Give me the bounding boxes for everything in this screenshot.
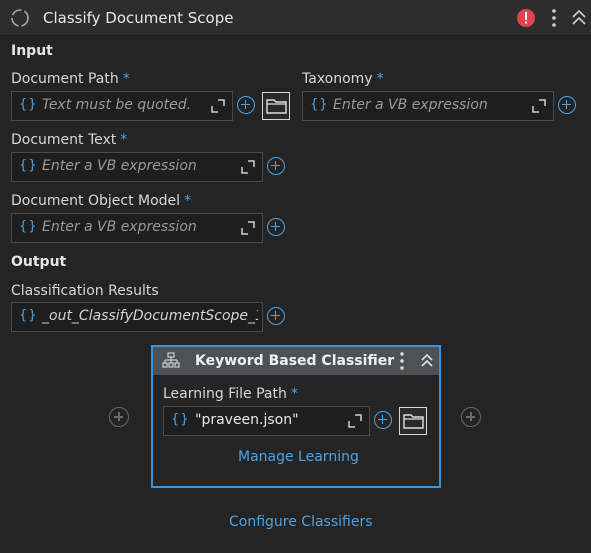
plus-circle-icon — [558, 96, 576, 114]
collapse-icon[interactable] — [571, 9, 587, 27]
expression-brace-icon: {} — [19, 97, 38, 112]
plus-circle-icon — [267, 307, 285, 325]
classification-results-add-button[interactable] — [263, 302, 291, 332]
collapse-icon[interactable] — [420, 352, 434, 370]
expand-editor-icon[interactable] — [241, 221, 255, 235]
classification-results-value: _out_ClassifyDocumentScope_1__( — [42, 308, 258, 324]
input-section-title: Input — [11, 43, 53, 59]
taxonomy-label: Taxonomy * — [302, 71, 384, 87]
document-path-label-text: Document Path — [11, 71, 119, 87]
manage-learning-link[interactable]: Manage Learning — [238, 449, 359, 465]
expand-editor-icon[interactable] — [241, 160, 255, 174]
folder-icon — [266, 99, 287, 114]
learning-file-path-field[interactable]: {} "praveen.json" — [163, 406, 370, 436]
document-text-placeholder: Enter a VB expression — [42, 158, 197, 174]
required-marker: * — [120, 132, 128, 148]
document-object-model-field[interactable]: {} Enter a VB expression — [11, 213, 263, 243]
configure-classifiers-link[interactable]: Configure Classifiers — [229, 514, 373, 530]
keyword-classifier-card[interactable]: Keyword Based Classifier Learning File P… — [151, 345, 441, 488]
required-marker: * — [184, 193, 192, 209]
plus-circle-icon — [267, 218, 285, 236]
more-options-icon[interactable] — [397, 351, 407, 371]
document-text-label-text: Document Text — [11, 132, 117, 148]
required-marker: * — [122, 71, 130, 87]
classifier-card-title: Keyword Based Classifier — [195, 353, 395, 369]
output-section-title: Output — [11, 254, 67, 270]
add-classifier-right-icon[interactable] — [461, 407, 481, 427]
learning-file-path-add-button[interactable] — [370, 406, 398, 436]
document-text-label: Document Text * — [11, 132, 127, 148]
expression-brace-icon: {} — [310, 97, 329, 112]
taxonomy-placeholder: Enter a VB expression — [333, 97, 488, 113]
expression-brace-icon: {} — [19, 308, 38, 323]
taxonomy-label-text: Taxonomy — [302, 71, 373, 87]
document-object-model-label: Document Object Model * — [11, 193, 191, 209]
error-icon[interactable] — [516, 8, 536, 28]
plus-circle-icon — [374, 411, 392, 429]
taxonomy-field[interactable]: {} Enter a VB expression — [302, 91, 554, 121]
expression-brace-icon: {} — [19, 158, 38, 173]
expression-brace-icon: {} — [171, 412, 190, 427]
classifier-card-header: Keyword Based Classifier — [153, 347, 439, 375]
more-options-icon[interactable] — [548, 8, 560, 28]
expand-editor-icon[interactable] — [211, 99, 225, 113]
required-marker: * — [290, 386, 298, 402]
required-marker: * — [376, 71, 384, 87]
document-text-add-button[interactable] — [263, 152, 291, 182]
expression-brace-icon: {} — [19, 219, 38, 234]
plus-circle-icon — [237, 96, 255, 114]
plus-circle-icon — [267, 157, 285, 175]
document-path-placeholder: Text must be quoted. — [42, 97, 192, 113]
expand-editor-icon[interactable] — [348, 414, 362, 428]
learning-file-path-label-text: Learning File Path — [163, 386, 287, 402]
document-path-field[interactable]: {} Text must be quoted. — [11, 91, 233, 121]
document-object-model-label-text: Document Object Model — [11, 193, 181, 209]
activity-title: Classify Document Scope — [43, 9, 234, 27]
classification-results-field[interactable]: {} _out_ClassifyDocumentScope_1__( — [11, 302, 263, 332]
learning-file-path-label: Learning File Path * — [163, 386, 298, 402]
classification-results-label: Classification Results — [11, 283, 159, 299]
folder-icon — [403, 414, 424, 429]
expand-editor-icon[interactable] — [532, 99, 546, 113]
learning-file-path-value: "praveen.json" — [195, 412, 299, 428]
hierarchy-icon — [162, 352, 180, 368]
document-path-browse-button[interactable] — [262, 92, 290, 120]
learning-file-path-browse-button[interactable] — [399, 407, 427, 435]
document-path-label: Document Path * — [11, 71, 130, 87]
document-text-field[interactable]: {} Enter a VB expression — [11, 152, 263, 182]
taxonomy-add-button[interactable] — [554, 91, 582, 121]
add-classifier-left-icon[interactable] — [109, 407, 129, 427]
document-object-model-placeholder: Enter a VB expression — [42, 219, 197, 235]
document-object-model-add-button[interactable] — [263, 213, 291, 243]
document-path-add-button[interactable] — [233, 91, 261, 121]
sync-circle-icon — [11, 9, 29, 27]
activity-header: Classify Document Scope — [0, 0, 591, 36]
